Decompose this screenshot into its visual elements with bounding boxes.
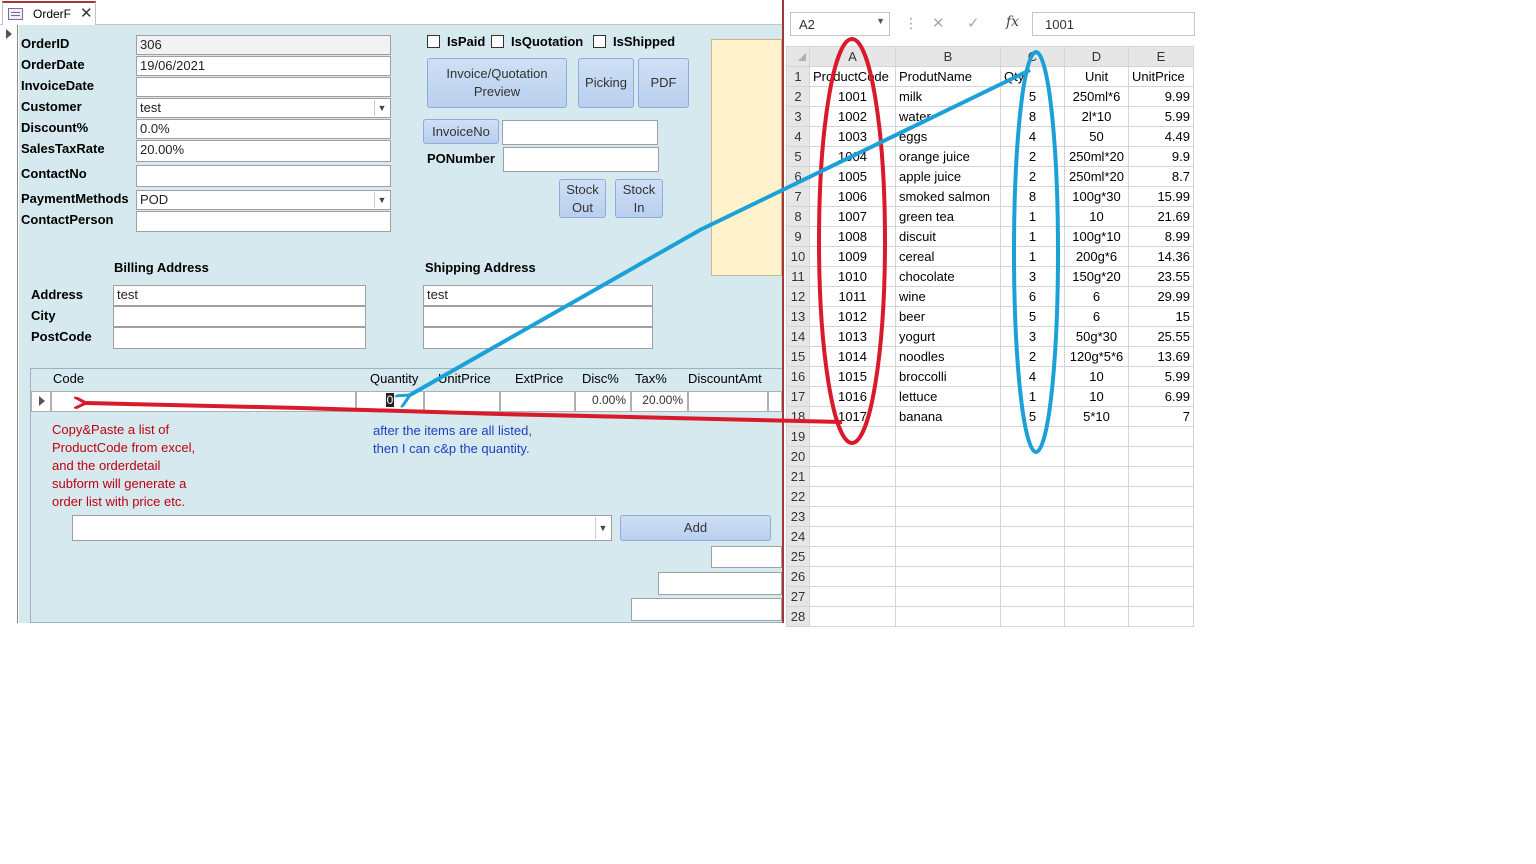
copy-code-arrow — [86, 403, 843, 424]
annotation-overlay — [0, 37, 1060, 454]
qty-highlight-ellipse — [1012, 50, 1060, 454]
copy-qty-arrow — [410, 68, 1031, 395]
productcode-highlight-ellipse — [817, 37, 887, 445]
